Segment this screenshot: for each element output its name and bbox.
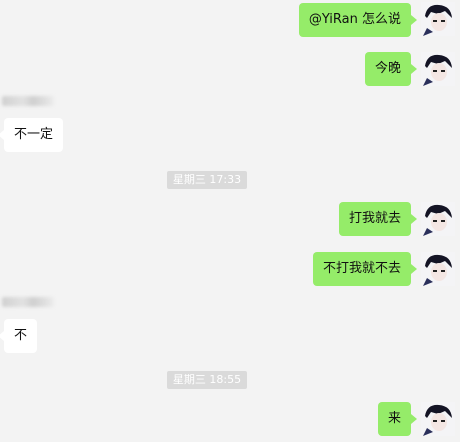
message-bubble-incoming[interactable]: 不一定 (0, 118, 64, 152)
message-bubble-incoming[interactable]: 不 (0, 319, 38, 353)
self-avatar[interactable] (421, 2, 455, 36)
self-avatar[interactable] (421, 52, 455, 86)
self-avatar[interactable] (421, 402, 455, 436)
timestamp: 星期三 17:33 (167, 171, 247, 189)
message-bubble-outgoing[interactable]: @YiRan 怎么说 (298, 3, 418, 37)
sender-name-blurred (2, 297, 54, 307)
message-bubble-outgoing[interactable]: 不打我就不去 (312, 252, 418, 286)
message-bubble-outgoing[interactable]: 打我就去 (338, 202, 418, 236)
message-bubble-outgoing[interactable]: 来 (377, 402, 418, 436)
timestamp: 星期三 18:55 (167, 371, 247, 389)
self-avatar[interactable] (421, 202, 455, 236)
self-avatar[interactable] (421, 252, 455, 286)
sender-name-blurred (2, 96, 54, 106)
message-bubble-outgoing[interactable]: 今晚 (364, 52, 418, 86)
